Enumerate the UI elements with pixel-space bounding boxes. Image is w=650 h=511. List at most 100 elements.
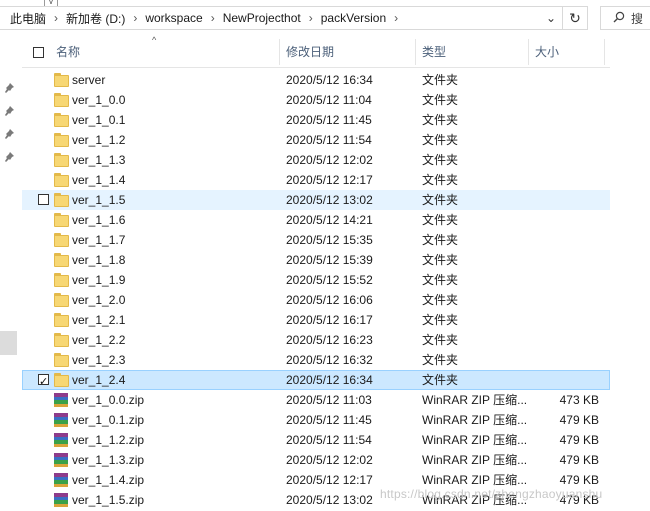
column-header-name[interactable]: 名称 <box>50 37 280 67</box>
breadcrumb-separator-icon[interactable]: › <box>129 11 141 25</box>
column-divider[interactable] <box>604 39 605 65</box>
column-header-type[interactable]: 类型 <box>416 37 528 67</box>
file-date: 2020/5/12 12:17 <box>286 173 373 187</box>
file-type: WinRAR ZIP 压缩... <box>422 393 528 407</box>
column-header-size[interactable]: 大小 <box>529 37 603 67</box>
file-type: 文件夹 <box>422 213 459 227</box>
breadcrumb-newprojecthot[interactable]: NewProjecthot <box>219 11 305 25</box>
column-header-row: 名称 ^ 修改日期 类型 大小 <box>22 35 610 68</box>
folder-icon <box>54 173 69 187</box>
breadcrumb-separator-icon[interactable]: › <box>390 11 402 25</box>
file-type: 文件夹 <box>422 173 459 187</box>
file-name: ver_1_1.4 <box>72 173 126 187</box>
file-type: 文件夹 <box>422 193 459 207</box>
folder-icon <box>54 273 69 287</box>
row-checkbox[interactable] <box>38 194 49 205</box>
file-row[interactable]: ver_1_2.2 2020/5/12 16:23 文件夹 <box>22 330 610 350</box>
folder-icon <box>54 353 69 367</box>
file-row[interactable]: ver_1_1.9 2020/5/12 15:52 文件夹 <box>22 270 610 290</box>
file-row[interactable]: ver_1_0.1.zip 2020/5/12 11:45 WinRAR ZIP 压… <box>22 410 610 430</box>
breadcrumb-workspace[interactable]: workspace <box>141 11 206 25</box>
breadcrumb-this-pc[interactable]: 此电脑 <box>0 10 50 27</box>
file-type: WinRAR ZIP 压缩... <box>422 453 528 467</box>
file-name: ver_1_1.3 <box>72 153 126 167</box>
file-row[interactable]: ver_1_1.3 2020/5/12 12:02 文件夹 <box>22 150 610 170</box>
file-name: ver_1_0.1.zip <box>72 413 145 427</box>
navigation-selected-item[interactable] <box>0 331 17 355</box>
file-date: 2020/5/12 11:03 <box>286 393 372 407</box>
file-row[interactable]: ver_1_0.0 2020/5/12 11:04 文件夹 <box>22 90 610 110</box>
file-date: 2020/5/12 16:17 <box>286 313 373 327</box>
search-icon <box>601 11 625 26</box>
file-date: 2020/5/12 11:54 <box>286 133 372 147</box>
pin-icon[interactable] <box>4 106 16 118</box>
address-history-dropdown-icon[interactable]: ⌄ <box>541 9 561 27</box>
file-date: 2020/5/12 11:54 <box>286 433 372 447</box>
file-date: 2020/5/12 15:52 <box>286 273 373 287</box>
breadcrumb-separator-icon[interactable]: › <box>305 11 317 25</box>
breadcrumb-separator-icon[interactable]: › <box>207 11 219 25</box>
column-header-date[interactable]: 修改日期 <box>280 37 416 67</box>
breadcrumb-separator-icon[interactable]: › <box>50 11 62 25</box>
file-date: 2020/5/12 16:32 <box>286 353 373 367</box>
file-row[interactable]: ver_1_1.3.zip 2020/5/12 12:02 WinRAR ZIP 压… <box>22 450 610 470</box>
folder-icon <box>54 293 69 307</box>
search-placeholder: 搜 <box>631 11 644 26</box>
select-all-checkbox[interactable] <box>33 47 44 58</box>
file-name: ver_1_2.1 <box>72 313 126 327</box>
file-row[interactable]: ver_1_1.5 2020/5/12 13:02 文件夹 <box>22 190 610 210</box>
pin-icon[interactable] <box>4 83 16 95</box>
file-name: ver_1_1.2.zip <box>72 433 145 447</box>
folder-icon <box>54 253 69 267</box>
file-row[interactable]: ver_1_2.1 2020/5/12 16:17 文件夹 <box>22 310 610 330</box>
file-row[interactable]: ver_1_2.4 2020/5/12 16:34 文件夹 <box>22 370 610 392</box>
file-row[interactable]: ver_1_1.7 2020/5/12 15:35 文件夹 <box>22 230 610 250</box>
file-row[interactable]: ver_1_1.2 2020/5/12 11:54 文件夹 <box>22 130 610 150</box>
pin-icon[interactable] <box>4 152 16 164</box>
file-name: ver_1_1.3.zip <box>72 453 145 467</box>
file-date: 2020/5/12 12:02 <box>286 453 373 467</box>
file-date: 2020/5/12 15:39 <box>286 253 373 267</box>
file-type: 文件夹 <box>422 153 459 167</box>
folder-icon <box>54 213 69 227</box>
file-row[interactable]: ver_1_1.2.zip 2020/5/12 11:54 WinRAR ZIP 压… <box>22 430 610 450</box>
row-checkbox[interactable] <box>38 372 49 392</box>
file-row[interactable]: ver_1_1.6 2020/5/12 14:21 文件夹 <box>22 210 610 230</box>
search-box[interactable]: 搜 <box>600 6 650 30</box>
file-row[interactable]: ver_1_0.1 2020/5/12 11:45 文件夹 <box>22 110 610 130</box>
winrar-zip-icon <box>54 473 68 487</box>
file-date: 2020/5/12 15:35 <box>286 233 373 247</box>
file-name: ver_1_2.3 <box>72 353 126 367</box>
watermark: https://blog.csdn.net/zhengzhaoyuanshu <box>380 487 603 501</box>
file-date: 2020/5/12 11:45 <box>286 113 372 127</box>
winrar-zip-icon <box>54 413 68 427</box>
file-row[interactable]: server 2020/5/12 16:34 文件夹 <box>22 70 610 90</box>
file-row[interactable]: ver_1_2.3 2020/5/12 16:32 文件夹 <box>22 350 610 370</box>
breadcrumb-packversion[interactable]: packVersion <box>317 11 390 25</box>
file-row[interactable]: ver_1_0.0.zip 2020/5/12 11:03 WinRAR ZIP 压… <box>22 390 610 410</box>
folder-icon <box>54 113 69 127</box>
file-date: 2020/5/12 12:02 <box>286 153 373 167</box>
file-row[interactable]: ver_1_2.0 2020/5/12 16:06 文件夹 <box>22 290 610 310</box>
folder-icon <box>54 313 69 327</box>
pin-icon[interactable] <box>4 129 16 141</box>
refresh-icon[interactable]: ↻ <box>562 7 587 29</box>
folder-icon <box>54 93 69 107</box>
file-type: 文件夹 <box>422 313 459 327</box>
file-date: 2020/5/12 12:17 <box>286 473 373 487</box>
file-row[interactable]: ver_1_1.8 2020/5/12 15:39 文件夹 <box>22 250 610 270</box>
file-date: 2020/5/12 13:02 <box>286 193 373 207</box>
file-name: server <box>72 73 106 87</box>
file-name: ver_1_0.1 <box>72 113 126 127</box>
file-name: ver_1_1.8 <box>72 253 126 267</box>
file-date: 2020/5/12 13:02 <box>286 493 373 507</box>
breadcrumb-drive-d[interactable]: 新加卷 (D:) <box>62 10 129 27</box>
winrar-zip-icon <box>54 493 68 507</box>
file-size: 479 KB <box>559 413 599 427</box>
file-list: server 2020/5/12 16:34 文件夹 ver_1_0.0 2020/5/… <box>22 70 610 510</box>
navigation-pane <box>0 34 22 511</box>
file-date: 2020/5/12 11:45 <box>286 413 372 427</box>
file-row[interactable]: ver_1_1.4 2020/5/12 12:17 文件夹 <box>22 170 610 190</box>
address-bar[interactable]: 此电脑 › 新加卷 (D:) › workspace › NewProjecth… <box>0 6 588 30</box>
sort-ascending-icon: ^ <box>152 35 157 45</box>
